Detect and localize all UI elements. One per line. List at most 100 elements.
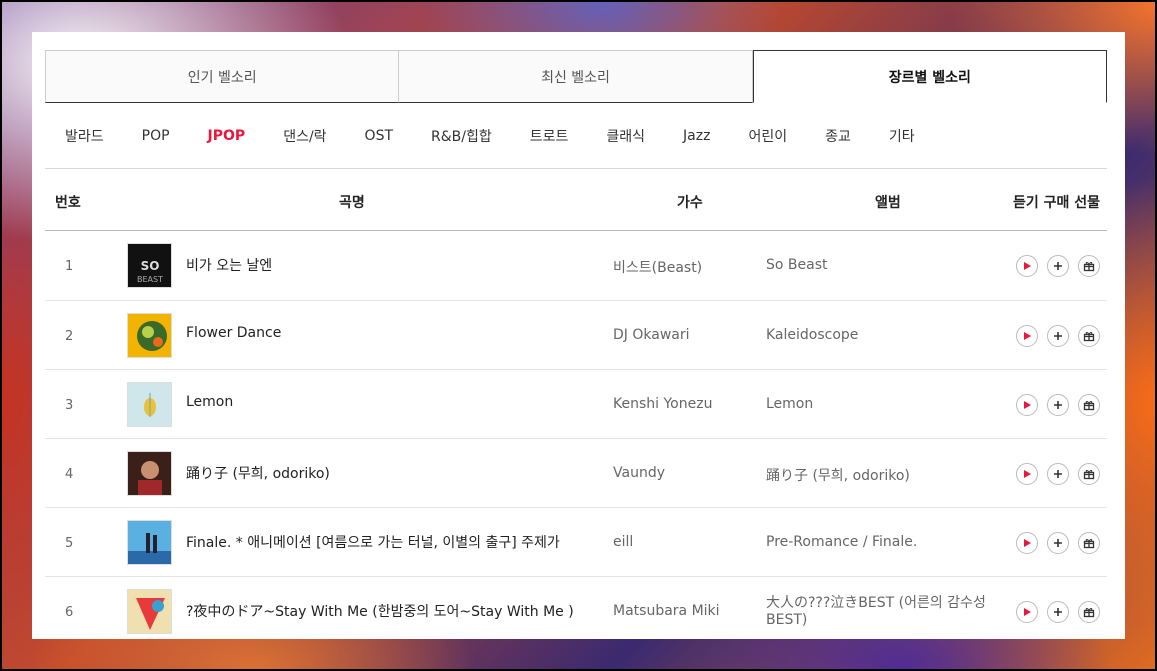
table-row: 2 Flower Dance DJ Okawari Kaleidoscope	[45, 301, 1107, 370]
genre-jpop[interactable]: JPOP	[208, 128, 246, 144]
genre-trot[interactable]: 트로트	[530, 126, 569, 146]
play-button[interactable]	[1016, 325, 1038, 347]
album-art[interactable]	[127, 520, 172, 565]
row-actions	[1016, 394, 1100, 416]
add-button[interactable]	[1047, 532, 1069, 554]
genre-pop[interactable]: POP	[142, 128, 170, 144]
song-list: 1 SO BEAST 비가 오는 날엔 비스트(Beast) So Beast 2…	[45, 231, 1107, 639]
song-title[interactable]: Lemon	[186, 394, 611, 410]
svg-text:BEAST: BEAST	[137, 275, 163, 284]
album-art[interactable]: SO BEAST	[127, 243, 172, 288]
gift-icon	[1083, 470, 1095, 480]
add-button[interactable]	[1047, 601, 1069, 623]
tab-latest[interactable]: 최신 벨소리	[399, 50, 753, 103]
album-art[interactable]	[127, 451, 172, 496]
row-actions	[1016, 532, 1100, 554]
gift-button[interactable]	[1078, 325, 1100, 347]
song-artist[interactable]: Vaundy	[613, 465, 665, 481]
genre-etc[interactable]: 기타	[889, 126, 915, 146]
song-album[interactable]: So Beast	[766, 257, 1006, 273]
add-button[interactable]	[1047, 463, 1069, 485]
svg-text:SO: SO	[141, 259, 160, 273]
song-album[interactable]: Kaleidoscope	[766, 327, 1006, 343]
table-row: 1 SO BEAST 비가 오는 날엔 비스트(Beast) So Beast	[45, 231, 1107, 301]
song-title[interactable]: ?夜中のドア~Stay With Me (한밤중의 도어~Stay With M…	[186, 601, 611, 621]
gift-button[interactable]	[1078, 532, 1100, 554]
song-artist[interactable]: DJ Okawari	[613, 327, 690, 343]
genre-rnb-hiphop[interactable]: R&B/힙합	[431, 126, 492, 146]
row-number: 5	[65, 536, 74, 551]
play-icon	[1024, 401, 1031, 409]
play-button[interactable]	[1016, 601, 1038, 623]
row-number: 3	[65, 398, 74, 413]
album-art[interactable]	[127, 313, 172, 358]
table-row: 5 Finale. * 애니메이션 [여름으로 가는 터널, 이별의 출구] 주…	[45, 508, 1107, 577]
plus-icon	[1054, 608, 1062, 616]
gift-button[interactable]	[1078, 463, 1100, 485]
row-number: 2	[65, 329, 74, 344]
genre-filter: 발라드 POP JPOP 댄스/락 OST R&B/힙합 트로트 클래식 Jaz…	[45, 104, 1107, 169]
play-icon	[1024, 332, 1031, 340]
genre-religion[interactable]: 종교	[825, 126, 851, 146]
tab-genre[interactable]: 장르별 벨소리	[752, 50, 1107, 103]
song-title[interactable]: Finale. * 애니메이션 [여름으로 가는 터널, 이별의 출구] 주제가	[186, 532, 611, 552]
add-button[interactable]	[1047, 325, 1069, 347]
play-button[interactable]	[1016, 255, 1038, 277]
play-icon	[1024, 608, 1031, 616]
song-artist[interactable]: Matsubara Miki	[613, 603, 720, 619]
play-button[interactable]	[1016, 463, 1038, 485]
row-actions	[1016, 255, 1100, 277]
col-album: 앨범	[875, 195, 901, 211]
bellsound-panel: 인기 벨소리 최신 벨소리 장르별 벨소리 발라드 POP JPOP 댄스/락 …	[32, 32, 1125, 639]
row-number: 4	[65, 467, 74, 482]
play-icon	[1024, 262, 1031, 270]
song-album[interactable]: Pre-Romance / Finale.	[766, 534, 1006, 550]
song-album[interactable]: 踊り子 (무희, odoriko)	[766, 465, 1006, 485]
add-button[interactable]	[1047, 394, 1069, 416]
genre-ballad[interactable]: 발라드	[65, 126, 104, 146]
plus-icon	[1054, 470, 1062, 478]
add-button[interactable]	[1047, 255, 1069, 277]
song-album[interactable]: 大人の???泣きBEST (어른의 감수성 BEST)	[766, 595, 1006, 629]
row-number: 1	[65, 259, 74, 274]
gift-icon	[1083, 332, 1095, 342]
genre-dance-rock[interactable]: 댄스/락	[283, 126, 326, 146]
gift-button[interactable]	[1078, 255, 1100, 277]
gift-icon	[1083, 539, 1095, 549]
song-artist[interactable]: 비스트(Beast)	[613, 257, 702, 277]
genre-jazz[interactable]: Jazz	[683, 128, 710, 144]
plus-icon	[1054, 401, 1062, 409]
plus-icon	[1054, 332, 1062, 340]
song-album[interactable]: Lemon	[766, 396, 1006, 412]
gift-icon	[1083, 401, 1095, 411]
plus-icon	[1054, 262, 1062, 270]
row-actions	[1016, 601, 1100, 623]
album-art[interactable]	[127, 382, 172, 427]
song-artist[interactable]: eill	[613, 534, 633, 550]
play-button[interactable]	[1016, 394, 1038, 416]
table-header: 번호 곡명 가수 앨범 듣기 구매 선물	[45, 170, 1107, 231]
row-number: 6	[65, 605, 74, 620]
col-num: 번호	[55, 195, 81, 211]
col-artist: 가수	[677, 195, 703, 211]
table-row: 3 Lemon Kenshi Yonezu Lemon	[45, 370, 1107, 439]
genre-ost[interactable]: OST	[365, 128, 393, 144]
genre-kids[interactable]: 어린이	[748, 126, 787, 146]
row-actions	[1016, 325, 1100, 347]
plus-icon	[1054, 539, 1062, 547]
genre-classic[interactable]: 클래식	[606, 126, 645, 146]
table-row: 6 ?夜中のドア~Stay With Me (한밤중의 도어~Stay With…	[45, 577, 1107, 639]
tab-popular[interactable]: 인기 벨소리	[45, 50, 400, 103]
col-title: 곡명	[339, 195, 365, 211]
row-actions	[1016, 463, 1100, 485]
gift-icon	[1083, 262, 1095, 272]
song-artist[interactable]: Kenshi Yonezu	[613, 396, 712, 412]
song-title[interactable]: 踊り子 (무희, odoriko)	[186, 463, 611, 483]
gift-button[interactable]	[1078, 394, 1100, 416]
gift-icon	[1083, 608, 1095, 618]
song-title[interactable]: 비가 오는 날엔	[186, 255, 611, 275]
play-button[interactable]	[1016, 532, 1038, 554]
album-art[interactable]	[127, 589, 172, 634]
song-title[interactable]: Flower Dance	[186, 325, 611, 341]
gift-button[interactable]	[1078, 601, 1100, 623]
